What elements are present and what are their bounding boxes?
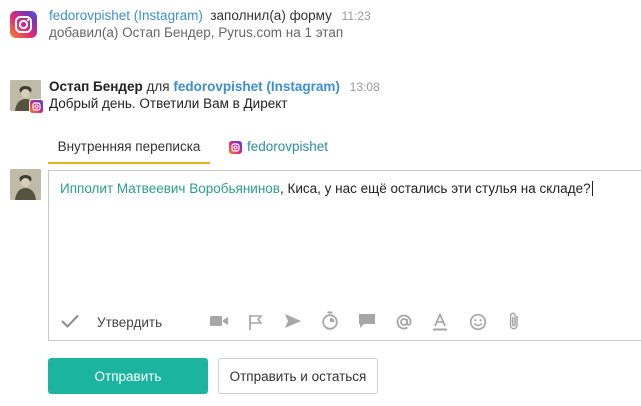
tab-instagram-label: fedorovpishet — [247, 139, 329, 154]
attach-icon[interactable] — [507, 311, 521, 331]
event-time: 11:23 — [341, 9, 371, 23]
message-author[interactable]: Остап Бендер — [49, 79, 143, 94]
composer-message: , Киса, у нас ещё остались эти стулья на… — [279, 181, 591, 196]
event-detail: добавил(а) Остап Бендер, Pyrus.com на 1 … — [49, 25, 344, 40]
instagram-badge-icon — [29, 99, 44, 114]
checkmark-icon[interactable] — [61, 314, 79, 328]
event-action: заполнил(а) форму — [210, 8, 332, 23]
send-and-stay-button[interactable]: Отправить и остаться — [218, 358, 378, 394]
comment-composer[interactable]: Ипполит Матвеевич Воробьянинов, Киса, у … — [48, 170, 641, 341]
flag-icon[interactable] — [246, 313, 264, 331]
text-caret — [591, 181, 593, 196]
approve-label[interactable]: Утвердить — [97, 315, 162, 330]
at-icon[interactable] — [395, 313, 413, 331]
timer-icon[interactable] — [321, 311, 339, 330]
message-text: Добрый день. Ответили Вам в Директ — [49, 96, 288, 111]
video-icon[interactable] — [209, 313, 229, 329]
text-color-icon[interactable] — [431, 313, 449, 331]
message-recipient-link[interactable]: fedorovpishet (Instagram) — [173, 79, 340, 94]
mention-user[interactable]: Ипполит Матвеевич Воробьянинов — [60, 181, 280, 196]
instagram-icon — [10, 11, 37, 38]
current-user-avatar — [10, 169, 41, 200]
composer-text[interactable]: Ипполит Матвеевич Воробьянинов, Киса, у … — [60, 181, 593, 196]
send-button[interactable]: Отправить — [48, 358, 208, 394]
message-time: 13:08 — [349, 80, 380, 94]
instagram-tab-icon — [229, 141, 242, 154]
tab-instagram[interactable]: fedorovpishet — [229, 133, 328, 164]
emoji-icon[interactable] — [469, 313, 487, 331]
tab-internal[interactable]: Внутренняя переписка — [48, 133, 210, 164]
event-header: fedorovpishet (Instagram) заполнил(а) фо… — [49, 8, 371, 23]
message-header: Остап Бендер для fedorovpishet (Instagra… — [49, 79, 380, 94]
message-for-word: для — [146, 79, 170, 94]
comment-icon[interactable] — [358, 313, 376, 330]
send-icon[interactable] — [284, 313, 302, 329]
event-source-link[interactable]: fedorovpishet (Instagram) — [49, 8, 203, 23]
